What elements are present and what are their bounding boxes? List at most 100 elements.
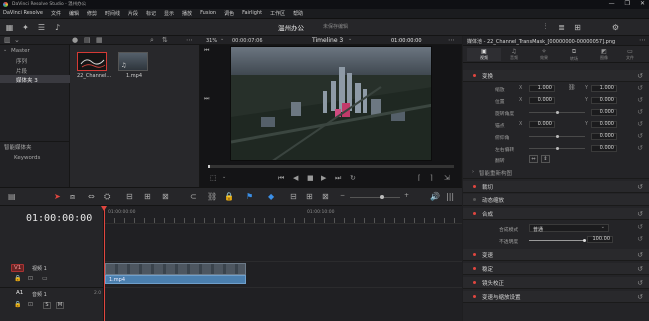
pitch-field[interactable]: 0.000 <box>591 133 617 140</box>
opacity-field[interactable]: 100.00 <box>587 236 613 243</box>
match-frame-icon[interactable]: ⇲ <box>444 175 450 182</box>
slider-handle[interactable] <box>556 135 559 138</box>
reset-icon[interactable]: ↺ <box>637 96 643 104</box>
section-stabilization[interactable]: 稳定 ↺ <box>463 263 649 275</box>
play-reverse-icon[interactable]: ◀ <box>293 175 298 182</box>
sort-icon[interactable]: ⇅ <box>162 37 168 44</box>
marker-icon[interactable]: ◆ <box>268 192 274 201</box>
solo-button[interactable]: S <box>43 302 51 309</box>
zoom-detail-icon[interactable]: ⊞ <box>306 192 313 201</box>
scrubber-handle[interactable] <box>208 165 210 168</box>
lock-icon[interactable]: 🔒 <box>224 192 234 201</box>
jump-start-icon[interactable]: ⏮ <box>278 175 284 182</box>
maximize-button[interactable]: ❐ <box>625 0 630 7</box>
anchor-y-field[interactable]: 0.000 <box>591 121 617 128</box>
rotation-slider[interactable] <box>529 111 585 114</box>
more-icon[interactable]: ⋯ <box>639 37 646 44</box>
mark-out-icon[interactable]: ⌉ <box>430 175 433 182</box>
play-icon[interactable]: ▶ <box>321 175 326 182</box>
edit-index-icon[interactable]: ☰ <box>36 22 47 32</box>
audio-meter-icon[interactable]: ||| <box>446 192 454 201</box>
rotation-field[interactable]: 0.000 <box>591 109 617 116</box>
reset-icon[interactable]: ↺ <box>637 293 643 301</box>
section-transform[interactable]: 变换 ↺ <box>463 70 649 82</box>
zoom-in-icon[interactable]: + <box>404 192 409 199</box>
audio-level-icon[interactable]: 🔊 <box>430 192 440 201</box>
lock-icon[interactable]: 🔒 <box>14 302 21 308</box>
link-icon[interactable]: ⛓ <box>207 192 217 201</box>
menu-item[interactable]: DaVinci Resolve <box>3 10 43 17</box>
selection-tool-icon[interactable]: ➤ <box>54 192 61 201</box>
slider-handle[interactable] <box>380 195 384 199</box>
menu-item[interactable]: 文件 <box>51 10 61 17</box>
position-y-field[interactable]: 0.000 <box>591 97 617 104</box>
search-icon[interactable]: ⌕ <box>150 37 154 44</box>
metadata-icon[interactable]: ≣ <box>556 22 567 32</box>
pitch-slider[interactable] <box>529 135 585 138</box>
more-icon[interactable]: ⋯ <box>448 37 455 44</box>
playhead[interactable] <box>101 206 107 321</box>
blade-tool-icon[interactable]: ⛭ <box>104 192 110 202</box>
zoom-y-field[interactable]: 1.000 <box>591 85 617 92</box>
section-enable-toggle[interactable] <box>473 185 476 188</box>
inspector-icon[interactable]: ⊞ <box>572 22 583 32</box>
mixer-icon[interactable]: ⫶ <box>540 22 551 32</box>
link-icon[interactable]: ⛓ <box>568 85 576 91</box>
mute-button[interactable]: M <box>56 302 64 309</box>
section-enable-toggle[interactable] <box>473 267 476 270</box>
menu-item[interactable]: 标记 <box>146 10 156 17</box>
timeline-zoom-slider[interactable] <box>350 195 400 199</box>
reset-icon[interactable]: ↺ <box>637 235 643 243</box>
grid-view-icon[interactable]: ▤ <box>84 37 91 44</box>
dynamic-trim-icon[interactable]: ⇔ <box>88 192 95 201</box>
reset-icon[interactable]: ↺ <box>637 132 643 140</box>
slider-handle[interactable] <box>556 111 559 114</box>
chevron-down-icon[interactable]: ⌄ <box>3 48 7 53</box>
snapping-icon[interactable]: ⊂ <box>190 192 197 201</box>
zoom-full-icon[interactable]: ⊟ <box>290 192 297 201</box>
jump-end-icon[interactable]: ⏭ <box>204 96 209 102</box>
mark-in-icon[interactable]: ⌈ <box>418 175 421 182</box>
jump-start-icon[interactable]: ⏮ <box>204 48 209 54</box>
playhead-marker-icon[interactable] <box>101 206 107 211</box>
list-view-icon[interactable]: ● <box>72 37 78 44</box>
media-pool-icon[interactable]: ▦ <box>4 22 15 32</box>
reset-icon[interactable]: ↺ <box>637 108 643 116</box>
trim-tool-icon[interactable]: ⧈ <box>70 192 75 202</box>
smart-bin-keywords[interactable]: Keywords <box>14 155 40 161</box>
stop-icon[interactable]: ■ <box>307 175 314 182</box>
yaw-field[interactable]: 0.000 <box>591 145 617 152</box>
menu-item[interactable]: 工作区 <box>270 10 285 17</box>
track-id-a1[interactable]: A1 <box>14 290 25 296</box>
timeline-name[interactable]: Timeline 3 <box>312 37 343 44</box>
timeline-ruler[interactable]: 01:00:00:00 01:00:10:00 <box>104 206 462 224</box>
menu-item[interactable]: 调色 <box>224 10 234 17</box>
section-enable-toggle[interactable] <box>473 212 476 215</box>
chevron-down-icon[interactable]: ⌄ <box>220 37 224 42</box>
section-enable-toggle[interactable] <box>473 198 476 201</box>
tab-audio[interactable]: ♫ 音频 <box>497 48 531 61</box>
bin-item[interactable]: 序列 <box>16 57 27 65</box>
menu-item[interactable]: 显示 <box>164 10 174 17</box>
zoom-out-icon[interactable]: − <box>340 192 345 199</box>
reset-icon[interactable]: ↺ <box>637 251 643 259</box>
menu-item[interactable]: 播放 <box>182 10 192 17</box>
menu-item[interactable]: 编辑 <box>69 10 79 17</box>
close-button[interactable]: ✕ <box>640 0 645 7</box>
section-lens-correction[interactable]: 镜头校正 ↺ <box>463 277 649 289</box>
zoom-x-field[interactable]: 1.000 <box>529 85 555 92</box>
section-composite[interactable]: 合成 ↺ <box>463 208 649 220</box>
section-enable-toggle[interactable] <box>473 295 476 298</box>
tab-effects[interactable]: ✧ 效果 <box>527 48 561 61</box>
viewer-scrubber[interactable] <box>208 165 454 168</box>
effects-icon[interactable]: ✦ <box>20 22 31 32</box>
clip-thumbnail[interactable] <box>77 52 107 71</box>
reset-icon[interactable]: ↺ <box>637 144 643 152</box>
sidebar-toggle-icon[interactable]: ▥ <box>4 37 11 44</box>
reset-icon[interactable]: ↺ <box>637 210 643 218</box>
slider-handle[interactable] <box>583 239 586 242</box>
reset-icon[interactable]: ↺ <box>637 120 643 128</box>
yaw-slider[interactable] <box>529 147 585 150</box>
zoom-custom-icon[interactable]: ⊠ <box>322 192 329 201</box>
opacity-slider[interactable] <box>529 239 586 242</box>
